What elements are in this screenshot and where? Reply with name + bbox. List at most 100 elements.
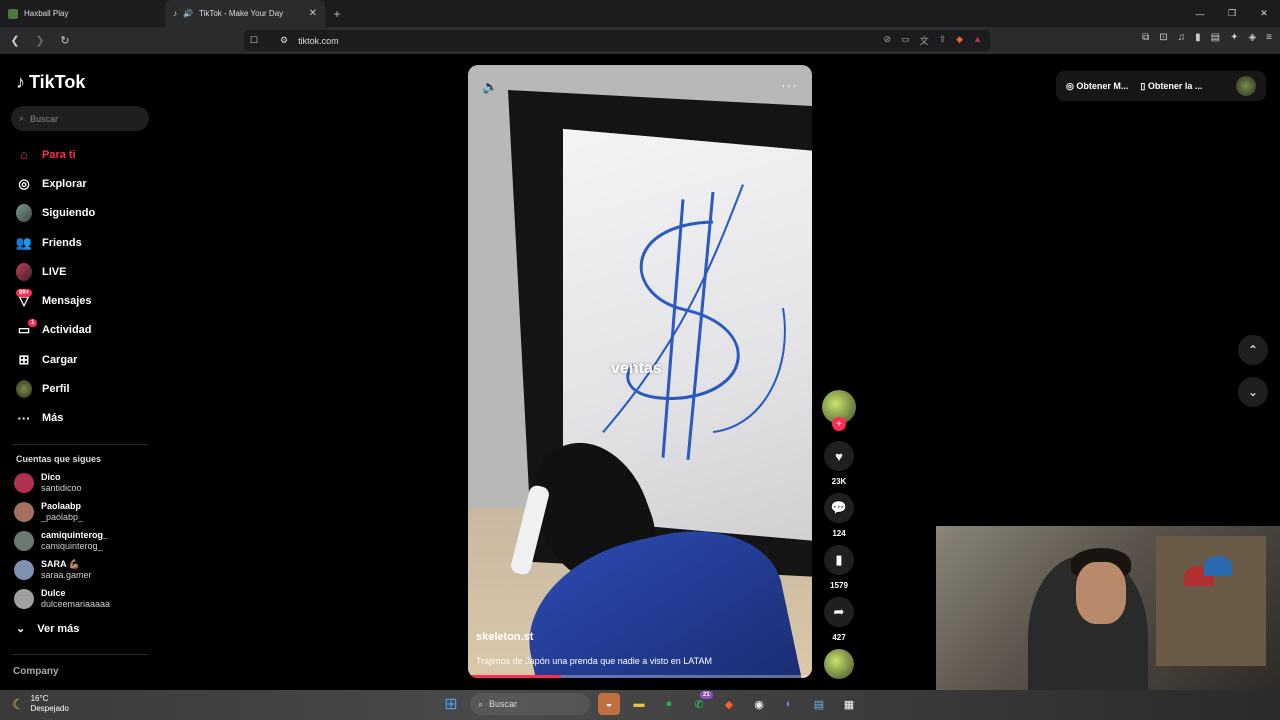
nav-explorar[interactable]: ◎ Explorar: [0, 169, 95, 198]
new-tab-button[interactable]: +: [325, 0, 349, 27]
get-app-button[interactable]: ▯ Obtener la ...: [1140, 81, 1202, 92]
whatsapp-badge: 21: [700, 691, 713, 699]
following-item[interactable]: Dulce dulceemariaaaaa: [14, 585, 110, 614]
maximize-button[interactable]: ❐: [1216, 0, 1248, 27]
friends-icon: 👥: [15, 234, 33, 250]
profile-avatar[interactable]: [1236, 76, 1256, 96]
live-icon: [16, 262, 32, 281]
address-actions: ⊘ ▭ 文 ⇪ ◆ ▲: [884, 34, 982, 47]
reload-button[interactable]: ↻: [55, 31, 75, 51]
avatar: [14, 530, 34, 551]
next-video-button[interactable]: ⌄: [1238, 377, 1268, 407]
following-item[interactable]: Dico santidicoo: [14, 468, 110, 497]
discord-icon[interactable]: ◐: [778, 693, 800, 715]
translate-icon[interactable]: 文: [920, 34, 929, 47]
more-options-icon[interactable]: ···: [781, 77, 798, 93]
save-action[interactable]: ▮ 1579: [822, 545, 856, 591]
browser-tabbar: Haxball Play ♪ 🔊 TikTok - Make Your Day …: [0, 0, 1280, 27]
sound-disc-icon[interactable]: [824, 649, 854, 679]
more-icon: ···: [17, 410, 31, 426]
following-item[interactable]: Paolaabp _paolabp_: [14, 497, 110, 526]
vpn-icon[interactable]: ◈: [1248, 32, 1256, 43]
comment-icon[interactable]: 💬: [824, 493, 854, 523]
minimize-button[interactable]: —: [1184, 0, 1216, 27]
close-window-button[interactable]: ✕: [1248, 0, 1280, 27]
obs-icon[interactable]: ◉: [748, 693, 770, 715]
leo-icon[interactable]: ✦: [1230, 32, 1238, 43]
video-author[interactable]: skeleton.st: [476, 631, 533, 643]
search-input[interactable]: ⌕ Buscar: [11, 106, 149, 131]
haxball-favicon-icon: [8, 8, 18, 19]
see-more-label: Ver más: [37, 622, 80, 635]
video-progress-bar[interactable]: [468, 675, 812, 678]
get-coins-button[interactable]: ◎ Obtener M...: [1066, 81, 1128, 92]
search-icon: ⌕: [19, 113, 25, 123]
volume-icon[interactable]: 🔈: [482, 79, 498, 95]
weather-widget[interactable]: ☾ 16°C Despejado: [12, 694, 69, 714]
get-app-label: Obtener la ...: [1147, 80, 1203, 91]
company-link[interactable]: Company: [13, 666, 59, 677]
cast-icon[interactable]: ▭: [901, 34, 910, 47]
whatsapp-icon[interactable]: ✆ 21: [688, 691, 713, 715]
see-more-button[interactable]: ⌄ Ver más: [16, 622, 80, 636]
nav-mensajes[interactable]: ▽ 99+ Mensajes: [0, 286, 95, 315]
wallet-icon[interactable]: ▤: [1211, 32, 1220, 43]
taskbar-apps: ⊞ ⌕ Buscar ◒ ▬ ● ✆ 21 ◆ ◉ ◐ ▤ ▦: [440, 691, 860, 715]
windows-start-icon[interactable]: ⊞: [440, 693, 462, 715]
folder-icon[interactable]: ▬: [628, 693, 650, 715]
bookmark-icon[interactable]: ▮: [824, 545, 854, 575]
screenshot-icon[interactable]: ⊡: [1159, 32, 1167, 43]
taskbar-search[interactable]: ⌕ Buscar: [470, 693, 590, 715]
comment-action[interactable]: 💬 124: [822, 493, 856, 539]
follow-plus-icon[interactable]: +: [832, 417, 846, 431]
tab-haxball[interactable]: Haxball Play: [0, 0, 165, 27]
weather-text: Despejado: [30, 704, 69, 713]
progress-fill: [468, 675, 561, 678]
browser-toolbar: ❮ ❯ ↻ ☐ ⚙ tiktok.com ⊘ ▭ 文 ⇪ ◆ ▲ ⧉ ⊡ ♫ ▮…: [0, 27, 1280, 54]
bookmark-icon[interactable]: ☐: [250, 35, 258, 46]
nav-friends[interactable]: 👥 Friends: [0, 228, 95, 257]
notepad-icon[interactable]: ▤: [808, 693, 830, 715]
nav-siguiendo[interactable]: Siguiendo: [0, 199, 95, 228]
nav-cargar[interactable]: ⊞ Cargar: [0, 345, 95, 374]
following-list: Dico santidicoo Paolaabp _paolabp_ camiqui…: [14, 468, 110, 614]
author-avatar[interactable]: +: [822, 390, 856, 431]
url-text: tiktok.com: [298, 35, 339, 46]
share-arrow-icon[interactable]: ➦: [824, 597, 854, 627]
video-overlay-text: ventas: [611, 360, 662, 377]
share-icon[interactable]: ⇪: [939, 34, 947, 47]
brave-icon[interactable]: ◆: [718, 693, 740, 715]
music-icon[interactable]: ♫: [1178, 32, 1186, 43]
search-icon: ⌕: [478, 698, 484, 709]
address-bar[interactable]: ☐ ⚙ tiktok.com ⊘ ▭ 文 ⇪ ◆ ▲: [244, 30, 990, 51]
share-action[interactable]: ➦ 427: [822, 597, 856, 643]
saves-count: 1579: [830, 581, 848, 590]
tab-tiktok[interactable]: ♪ 🔊 TikTok - Make Your Day ✕: [165, 0, 325, 27]
nav-perfil[interactable]: Perfil: [0, 374, 95, 403]
brave-shield-icon[interactable]: ◆: [956, 34, 963, 47]
tiktok-favicon-icon: ♪: [173, 9, 177, 18]
close-tab-icon[interactable]: ✕: [309, 8, 317, 19]
previous-video-button[interactable]: ⌃: [1238, 335, 1268, 365]
back-button[interactable]: ❮: [5, 31, 25, 51]
extensions-icon[interactable]: ⧉: [1142, 32, 1149, 43]
site-info-icon[interactable]: ⚙: [280, 35, 288, 46]
tiktok-logo[interactable]: ♪ TikTok: [16, 72, 85, 93]
following-item[interactable]: camiquinterog_ camiquinterog_: [14, 526, 110, 555]
nav-actividad[interactable]: ▭ 1 Actividad: [0, 316, 95, 345]
sidebar-icon[interactable]: ▮: [1195, 32, 1201, 43]
forward-button[interactable]: ❯: [30, 31, 50, 51]
spotify-icon[interactable]: ●: [658, 693, 680, 715]
following-item[interactable]: SARA 💪🏽 saraa.gamer: [14, 556, 110, 585]
nav-para-ti[interactable]: ⌂ Para ti: [0, 140, 95, 169]
food-icon[interactable]: ◒: [598, 693, 620, 715]
video-player[interactable]: ventas 🔈 ··· skeleton.st Trajimos de Jap…: [468, 65, 812, 678]
heart-icon[interactable]: ♥: [824, 441, 854, 471]
nav-mas[interactable]: ··· Más: [0, 404, 95, 433]
brave-rewards-icon[interactable]: ▲: [973, 34, 982, 47]
like-action[interactable]: ♥ 23K: [822, 441, 856, 487]
menu-icon[interactable]: ≡: [1266, 32, 1272, 43]
no-tracking-icon[interactable]: ⊘: [884, 34, 892, 47]
app-icon[interactable]: ▦: [838, 693, 860, 715]
nav-live[interactable]: LIVE: [0, 257, 95, 286]
